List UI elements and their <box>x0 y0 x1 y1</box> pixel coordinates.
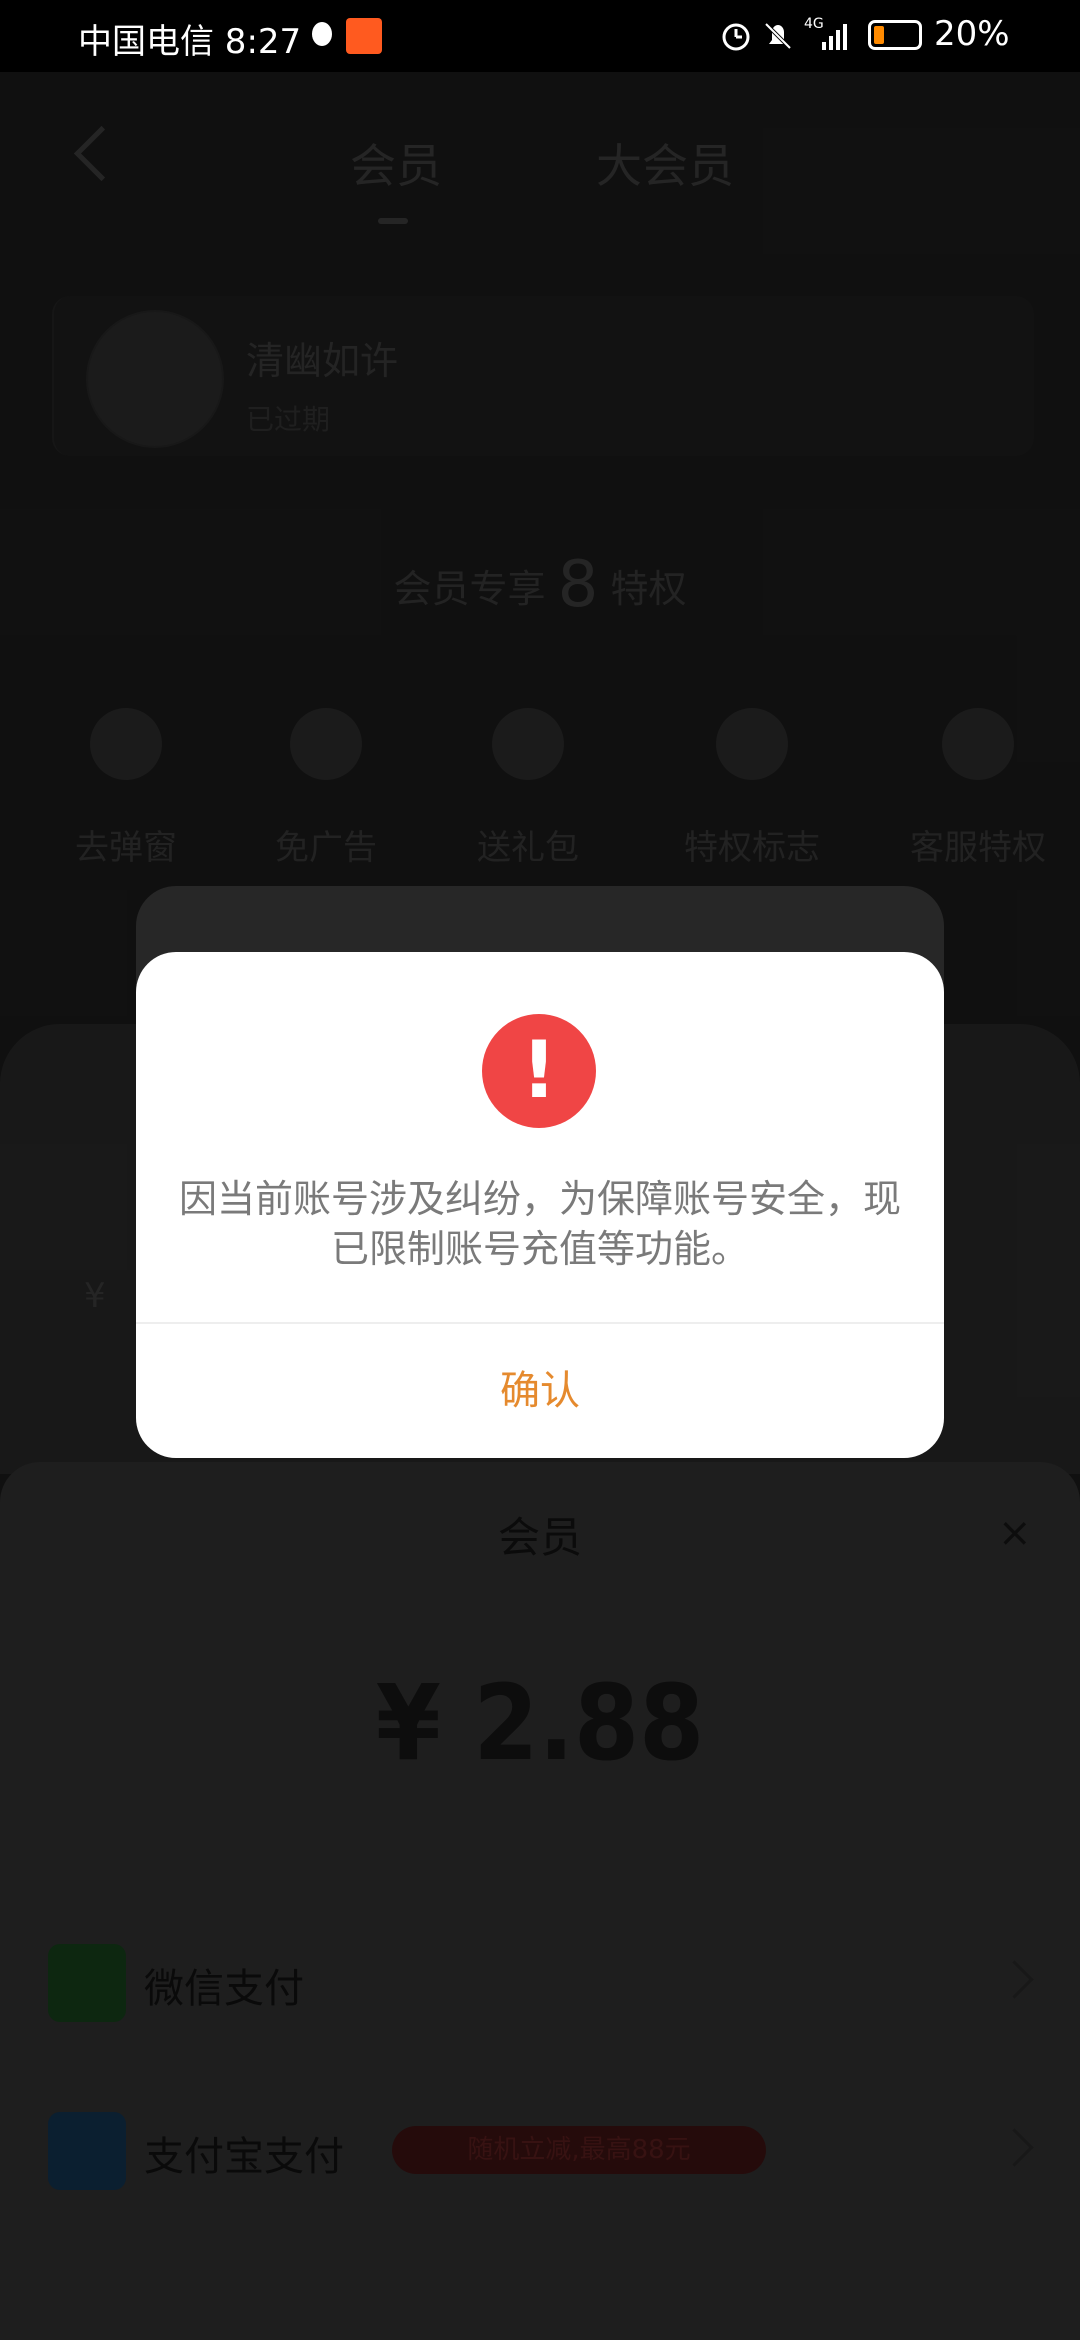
alert-dialog: ! 因当前账号涉及纠纷，为保障账号安全，现已限制账号充值等功能。 确认 <box>136 952 944 1458</box>
confirm-button[interactable]: 确认 <box>136 1324 944 1458</box>
warning-icon: ! <box>482 1014 596 1128</box>
battery-level: 20% <box>934 14 1010 54</box>
mute-icon <box>760 18 796 54</box>
qq-icon <box>304 18 340 54</box>
alarm-icon <box>718 18 754 54</box>
app-notification-icon <box>346 18 382 54</box>
signal-icon <box>818 18 854 54</box>
battery-icon <box>868 20 922 50</box>
status-bar: 中国电信 8:27 4G 20% <box>0 0 1080 72</box>
dialog-message: 因当前账号涉及纠纷，为保障账号安全，现已限制账号充值等功能。 <box>178 1177 901 1271</box>
carrier-time: 中国电信 8:27 <box>78 22 302 62</box>
